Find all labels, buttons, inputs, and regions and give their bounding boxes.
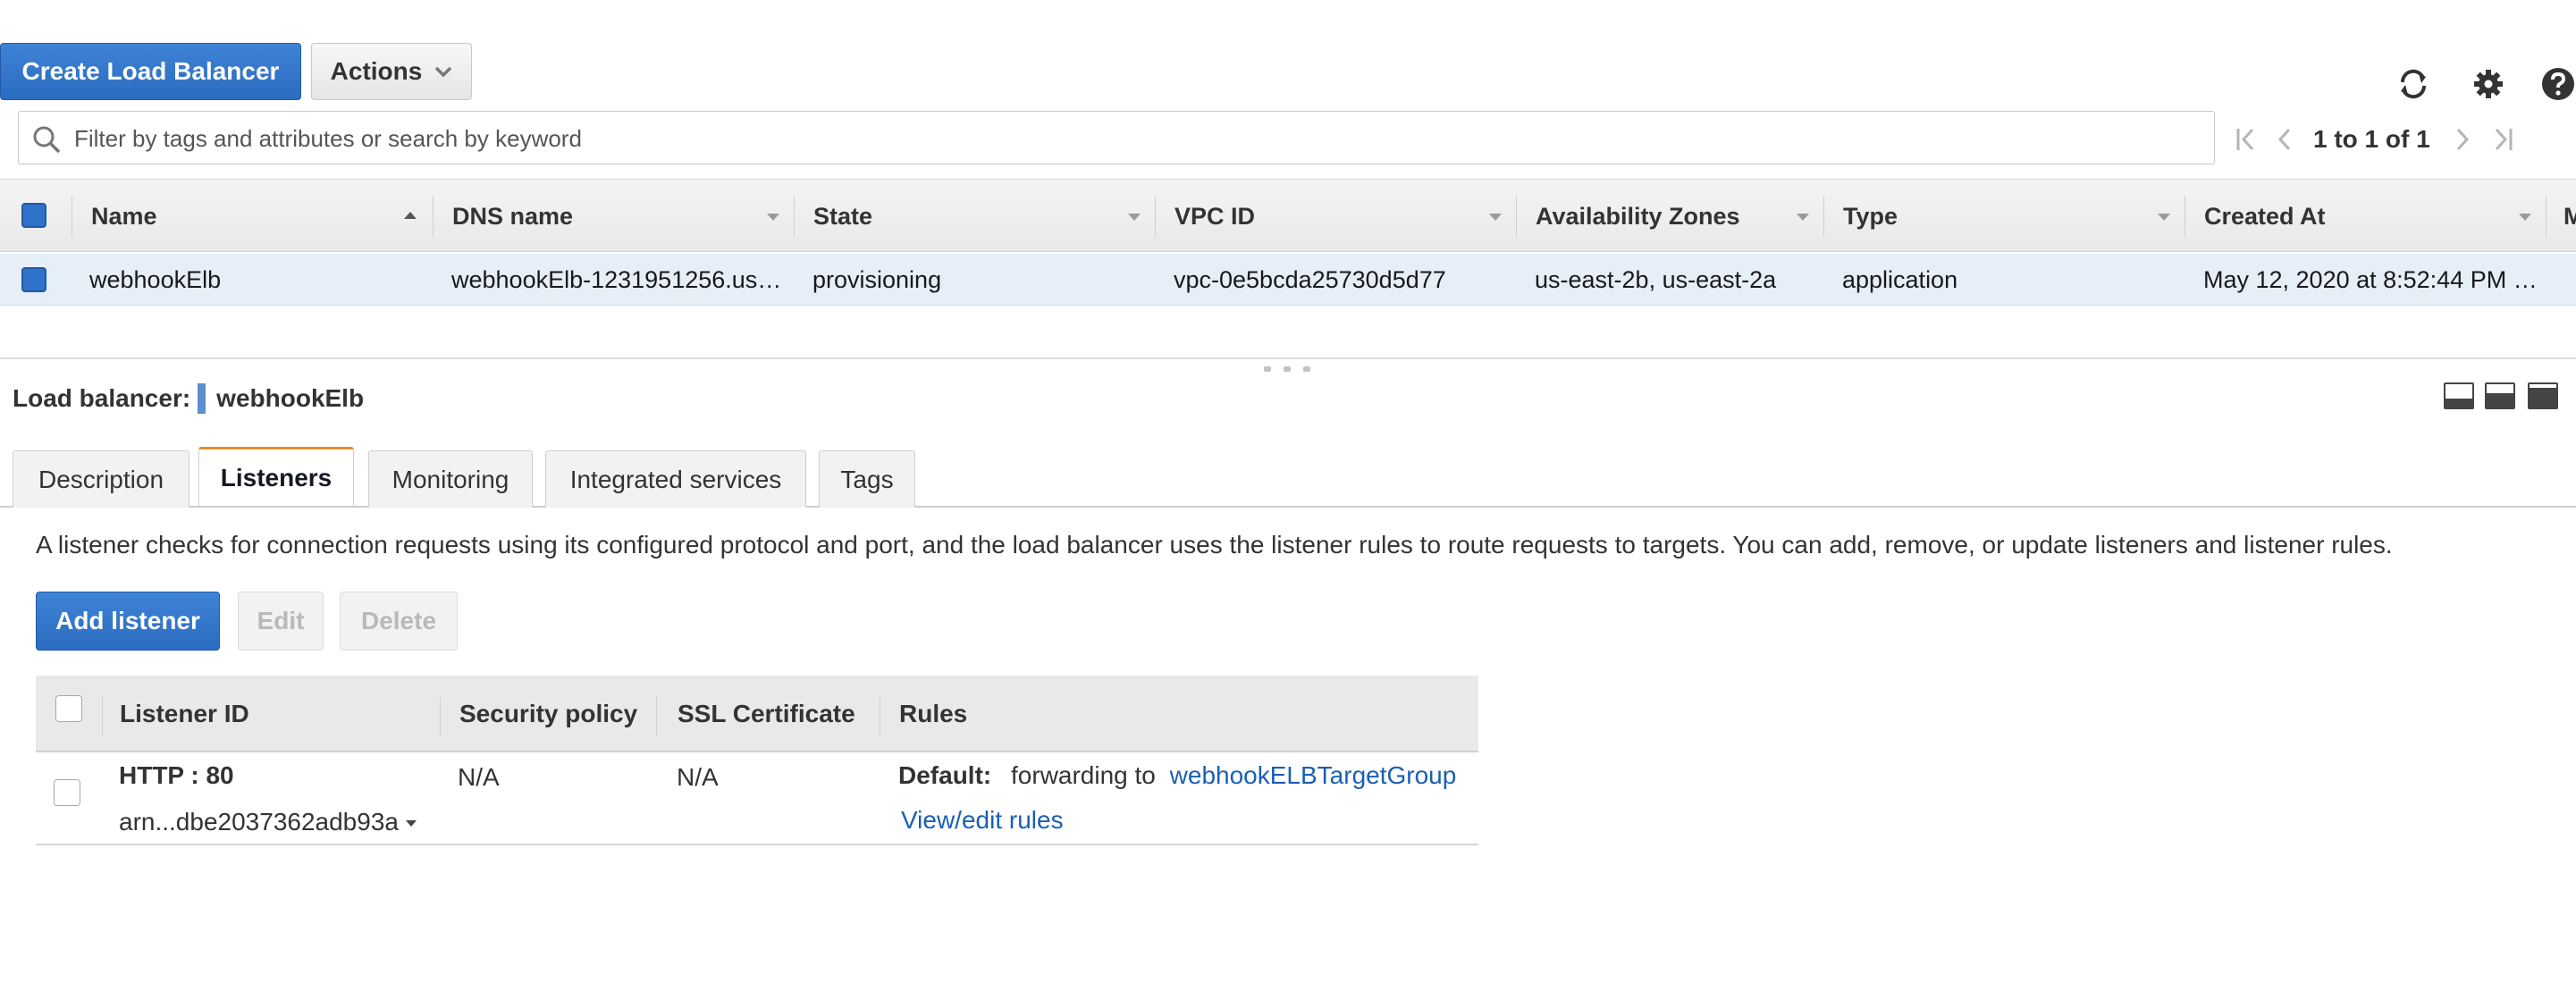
sort-ascending-icon	[404, 212, 417, 219]
select-all-checkbox[interactable]	[21, 203, 46, 228]
load-balancers-table-header: Name DNS name State VPC ID Availability …	[0, 179, 2576, 252]
pagination: 1 to 1 of 1	[2235, 122, 2576, 157]
row-divider	[36, 844, 1478, 845]
listener-arn[interactable]: arn...dbe2037362adb93a	[119, 808, 417, 836]
search-icon	[33, 126, 61, 154]
edit-button[interactable]: Edit	[238, 592, 324, 651]
listener-row-checkbox[interactable]	[54, 779, 80, 806]
column-header-ssl-certificate: SSL Certificate	[678, 700, 855, 727]
tab-tags[interactable]: Tags	[819, 450, 915, 508]
listener-id: HTTP : 80	[119, 761, 234, 789]
column-header-state[interactable]: State	[813, 180, 872, 253]
title-marker	[198, 383, 206, 414]
view-edit-rules-link[interactable]: View/edit rules	[901, 806, 1064, 835]
detail-title-prefix: Load balancer:	[13, 384, 191, 412]
listener-ssl-certificate: N/A	[677, 763, 719, 791]
rule-text: forwarding to	[1011, 761, 1156, 789]
arn-dropdown-icon[interactable]	[405, 820, 417, 827]
listener-rule-default: Default: forwarding to webhookELBTargetG…	[898, 761, 1456, 790]
target-group-link[interactable]: webhookELBTargetGroup	[1170, 761, 1457, 789]
sort-icon	[2519, 214, 2531, 221]
splitter-grip-icon[interactable]	[1264, 366, 1271, 372]
row-checkbox[interactable]	[21, 267, 46, 292]
sort-icon	[1128, 214, 1141, 221]
cell-vpc-id: vpc-0e5bcda25730d5d77	[1174, 265, 1446, 293]
first-page-icon[interactable]	[2235, 126, 2258, 153]
table-row[interactable]: webhookElb webhookElb-1231951256.us… pro…	[0, 254, 2576, 306]
cell-state: provisioning	[812, 265, 942, 293]
column-header-rules: Rules	[899, 700, 968, 727]
cell-type: application	[1842, 265, 1958, 293]
tab-listeners[interactable]: Listeners	[198, 447, 354, 506]
listeners-table-header: Listener ID Security policy SSL Certific…	[36, 676, 1478, 752]
listener-security-policy: N/A	[458, 763, 500, 791]
sort-icon	[767, 214, 779, 221]
create-load-balancer-label: Create Load Balancer	[21, 57, 280, 85]
add-listener-button[interactable]: Add listener	[36, 592, 220, 651]
column-header-vpc-id[interactable]: VPC ID	[1174, 180, 1255, 253]
cell-name: webhookElb	[89, 265, 222, 293]
pagination-text: 1 to 1 of 1	[2313, 125, 2430, 153]
tab-description[interactable]: Description	[13, 450, 189, 508]
last-page-icon[interactable]	[2491, 126, 2514, 153]
delete-button[interactable]: Delete	[340, 592, 458, 651]
chevron-down-icon	[435, 66, 452, 78]
tab-integrated-services[interactable]: Integrated services	[545, 450, 806, 508]
create-load-balancer-button[interactable]: Create Load Balancer	[0, 43, 301, 100]
column-header-type[interactable]: Type	[1843, 180, 1898, 253]
select-all-listeners-checkbox[interactable]	[55, 695, 82, 722]
splitter-grip-icon[interactable]	[1284, 366, 1291, 372]
cell-created-at: May 12, 2020 at 8:52:44 PM …	[2203, 265, 2538, 293]
column-header-security-policy: Security policy	[459, 700, 638, 727]
sort-icon	[1489, 214, 1502, 221]
sort-icon	[2158, 214, 2170, 221]
column-header-name[interactable]: Name	[91, 180, 157, 253]
gear-icon[interactable]	[2471, 66, 2506, 102]
column-header-dns-name[interactable]: DNS name	[452, 180, 573, 253]
pane-small-icon[interactable]	[2444, 382, 2474, 409]
cell-dns-name: webhookElb-1231951256.us…	[451, 265, 782, 293]
cell-availability-zones: us-east-2b, us-east-2a	[1535, 265, 1777, 293]
pane-large-icon[interactable]	[2528, 382, 2558, 409]
detail-title: Load balancer: webhookElb	[13, 381, 364, 416]
sort-icon	[1797, 214, 1809, 221]
pane-medium-icon[interactable]	[2485, 382, 2515, 409]
rule-default-label: Default:	[898, 761, 992, 789]
pane-splitter[interactable]	[0, 357, 2576, 359]
column-header-availability-zones[interactable]: Availability Zones	[1536, 180, 1740, 253]
column-header-listener-id: Listener ID	[120, 700, 249, 727]
search-input[interactable]	[72, 119, 2200, 158]
splitter-grip-icon[interactable]	[1303, 366, 1310, 372]
next-page-icon[interactable]	[2454, 126, 2471, 153]
column-header-truncated[interactable]: M	[2563, 180, 2576, 253]
help-icon[interactable]	[2540, 66, 2576, 102]
tab-monitoring[interactable]: Monitoring	[368, 450, 533, 508]
refresh-icon[interactable]	[2395, 66, 2431, 102]
detail-title-name: webhookElb	[216, 384, 365, 412]
listeners-description: A listener checks for connection request…	[36, 531, 2393, 559]
column-header-created-at[interactable]: Created At	[2204, 180, 2326, 253]
actions-button[interactable]: Actions	[311, 43, 472, 100]
actions-label: Actions	[330, 57, 423, 85]
previous-page-icon[interactable]	[2276, 126, 2294, 153]
search-box[interactable]	[18, 111, 2215, 164]
